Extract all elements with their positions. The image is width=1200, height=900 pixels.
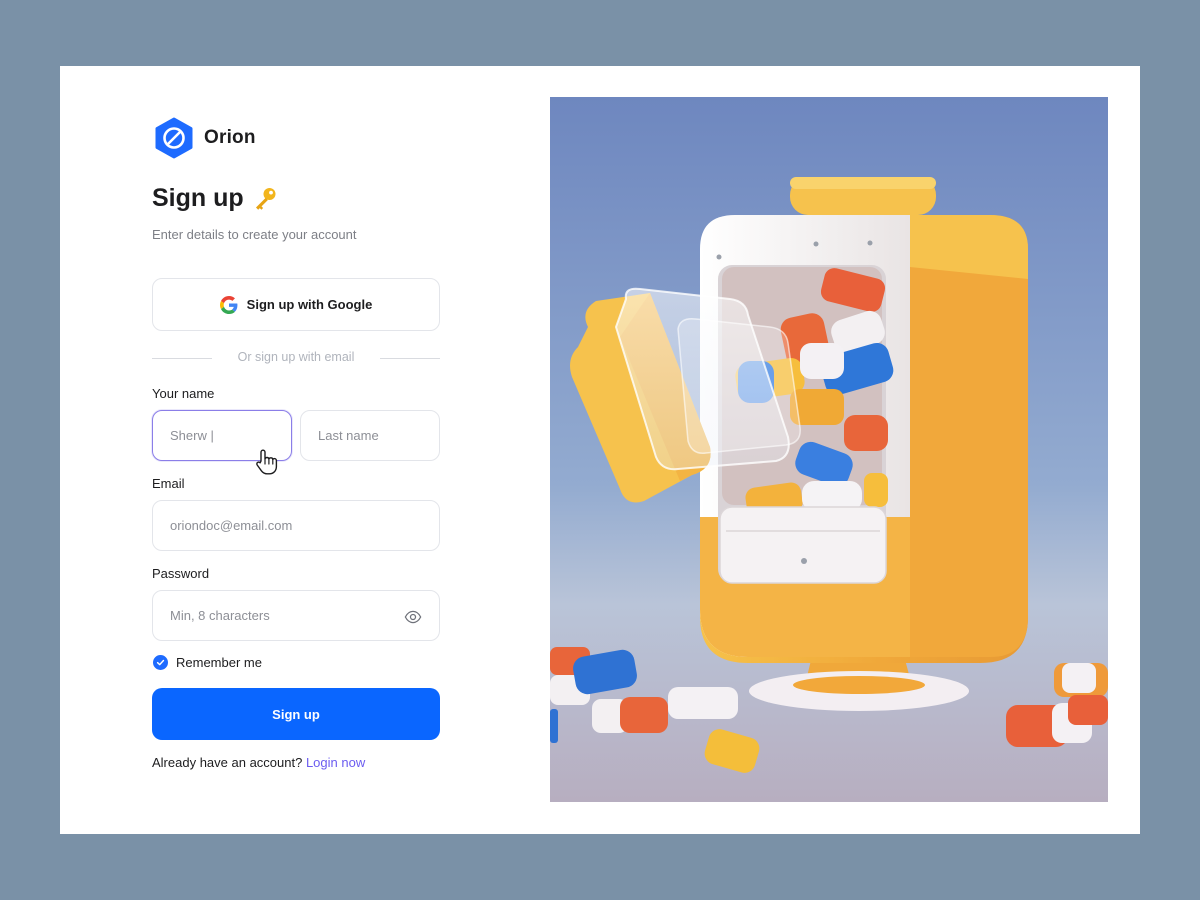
hand-cursor-icon: [256, 449, 278, 475]
divider-text: Or sign up with email: [237, 350, 355, 364]
show-password-eye-icon[interactable]: [404, 608, 422, 626]
email-input[interactable]: [153, 501, 439, 550]
google-signup-button[interactable]: Sign up with Google: [152, 278, 440, 331]
key-icon: [255, 187, 276, 210]
page-title: Sign up: [152, 184, 278, 213]
remember-me[interactable]: Remember me: [153, 655, 262, 670]
signup-card: Orion Sign up Enter details to create yo…: [60, 66, 1140, 834]
check-icon: [156, 659, 165, 666]
login-now-link[interactable]: Login now: [306, 755, 365, 770]
last-name-input[interactable]: [301, 411, 439, 460]
last-name-field[interactable]: [300, 410, 440, 461]
name-label: Your name: [152, 386, 215, 401]
remember-me-checkbox[interactable]: [153, 655, 168, 670]
hero-illustration: [550, 97, 1108, 802]
brand-logo[interactable]: Orion: [153, 117, 256, 159]
password-field[interactable]: [152, 590, 440, 641]
google-signup-label: Sign up with Google: [246, 297, 373, 312]
google-icon: [219, 295, 238, 314]
password-label: Password: [152, 566, 210, 581]
password-input[interactable]: [153, 591, 439, 640]
orion-logo-icon: [155, 117, 193, 159]
email-field[interactable]: [152, 500, 440, 551]
login-prompt-text: Already have an account?: [152, 755, 303, 770]
page-subtitle: Enter details to create your account: [152, 227, 357, 242]
email-label: Email: [152, 476, 185, 491]
divider-line-right: [380, 358, 440, 359]
login-prompt: Already have an account? Login now: [152, 755, 365, 770]
email-divider: Or sign up with email: [152, 350, 440, 366]
signup-button[interactable]: Sign up: [152, 688, 440, 740]
page-title-text: Sign up: [152, 184, 244, 212]
brand-name: Orion: [204, 127, 256, 148]
remember-me-label: Remember me: [176, 655, 262, 670]
